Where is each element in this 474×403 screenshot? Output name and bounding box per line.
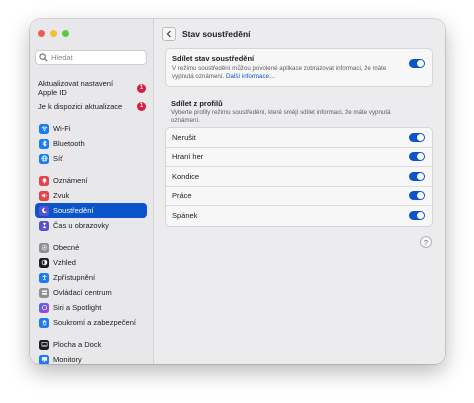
sidebar: Aktualizovat nastavení Apple ID 1 Je k d… [30, 19, 154, 364]
alert-label: Aktualizovat nastavení Apple ID [38, 79, 114, 97]
profile-toggle[interactable] [409, 191, 425, 201]
help-button[interactable]: ? [420, 236, 432, 248]
sidebar-item-focus[interactable]: Soustředění [35, 203, 147, 218]
share-focus-label: Sdílet stav soustředění [172, 54, 255, 63]
alert-apple-id[interactable]: Aktualizovat nastavení Apple ID 1 [38, 79, 146, 97]
sidebar-item-label: Síť [53, 154, 63, 163]
sidebar-item-label: Bluetooth [53, 139, 85, 148]
profile-toggle[interactable] [409, 132, 425, 142]
sidebar-item-appearance[interactable]: Vzhled [35, 255, 147, 270]
settings-window: Aktualizovat nastavení Apple ID 1 Je k d… [30, 19, 445, 364]
sidebar-item-label: Zvuk [53, 191, 70, 200]
toolbar: Stav soustředění [154, 19, 445, 48]
profile-label: Hraní her [172, 152, 204, 162]
close-button[interactable] [38, 30, 45, 37]
sidebar-item-accessibility[interactable]: Zpřístupnění [35, 270, 147, 285]
control-center-icon [39, 287, 49, 298]
hand-icon [39, 317, 49, 328]
window-controls [38, 30, 69, 37]
sidebar-item-label: Soustředění [53, 206, 94, 215]
sidebar-item-desktop-dock[interactable]: Plocha a Dock [35, 337, 147, 352]
sidebar-item-displays[interactable]: Monitory [35, 352, 147, 364]
bluetooth-icon [39, 138, 49, 149]
sidebar-item-privacy[interactable]: Soukromí a zabezpečení [35, 315, 147, 330]
notification-badge: 1 [137, 83, 146, 93]
zoom-button[interactable] [62, 30, 69, 37]
profile-row-gaming: Hraní her [166, 148, 432, 167]
sidebar-item-bluetooth[interactable]: Bluetooth [35, 136, 147, 151]
moon-icon [39, 205, 49, 216]
chevron-left-icon [166, 30, 171, 37]
search-box[interactable] [35, 50, 147, 65]
sidebar-item-label: Soukromí a zabezpečení [53, 318, 136, 327]
profile-toggle[interactable] [409, 171, 425, 181]
learn-more-link[interactable]: Další informace… [226, 73, 275, 80]
profile-toggle[interactable] [409, 152, 425, 162]
back-button[interactable] [162, 26, 176, 41]
sidebar-item-label: Obecné [53, 243, 80, 252]
search-icon [39, 53, 48, 62]
sidebar-item-notifications[interactable]: Oznámení [35, 173, 147, 188]
profile-toggle[interactable] [409, 211, 425, 221]
hourglass-icon [39, 220, 49, 231]
sidebar-item-sound[interactable]: Zvuk [35, 188, 147, 203]
wifi-icon [39, 123, 49, 134]
profile-label: Kondice [172, 171, 200, 181]
sidebar-item-label: Oznámení [53, 176, 88, 185]
search-input[interactable] [51, 53, 146, 62]
profile-row-sleep: Spánek [166, 206, 432, 226]
content-pane: Stav soustředění Sdílet stav soustředění… [154, 19, 445, 364]
sidebar-item-label: Siri a Spotlight [53, 303, 102, 312]
description-text: V režimu soustředění můžou povolené apli… [172, 65, 387, 80]
profile-label: Práce [172, 191, 192, 201]
sidebar-item-wifi[interactable]: Wi-Fi [35, 121, 147, 136]
profiles-list: Nerušit Hraní her Kondice Práce Spánek [165, 127, 433, 227]
display-icon [39, 354, 49, 364]
alert-label: Je k dispozici aktualizace [38, 102, 123, 111]
notification-badge: 1 [137, 102, 146, 111]
profile-label: Nerušit [172, 132, 196, 142]
sidebar-item-control-center[interactable]: Ovládací centrum [35, 285, 147, 300]
alert-update[interactable]: Je k dispozici aktualizace 1 [38, 102, 146, 111]
sidebar-item-label: Čas u obrazovky [53, 221, 109, 230]
profile-row-do-not-disturb: Nerušit [166, 128, 432, 148]
sidebar-item-screen-time[interactable]: Čas u obrazovky [35, 218, 147, 233]
minimize-button[interactable] [50, 30, 57, 37]
sidebar-item-general[interactable]: Obecné [35, 240, 147, 255]
dock-icon [39, 339, 49, 350]
profile-row-fitness: Kondice [166, 167, 432, 187]
share-focus-card: Sdílet stav soustředění V režimu soustře… [165, 48, 433, 87]
sidebar-item-label: Ovládací centrum [53, 288, 112, 297]
accessibility-icon [39, 272, 49, 283]
gear-icon [39, 242, 49, 253]
sidebar-item-network[interactable]: Síť [35, 151, 147, 166]
sidebar-item-label: Monitory [53, 355, 82, 364]
bell-icon [39, 175, 49, 186]
sidebar-item-label: Vzhled [53, 258, 76, 267]
share-focus-toggle[interactable] [409, 59, 425, 68]
siri-icon [39, 302, 49, 313]
page-title: Stav soustředění [182, 28, 251, 39]
section-title: Sdílet z profilů [171, 99, 223, 108]
sidebar-item-label: Plocha a Dock [53, 340, 102, 349]
sidebar-item-label: Zpřístupnění [53, 273, 96, 282]
appearance-icon [39, 257, 49, 268]
speaker-icon [39, 190, 49, 201]
sidebar-item-siri[interactable]: Siri a Spotlight [35, 300, 147, 315]
sidebar-item-label: Wi-Fi [53, 124, 71, 133]
profile-row-work: Práce [166, 187, 432, 206]
section-description: Vyberte profily režimu soustředění, kter… [171, 109, 391, 124]
share-focus-description: V režimu soustředění můžou povolené apli… [172, 65, 387, 80]
profile-label: Spánek [172, 211, 198, 221]
globe-icon [39, 153, 49, 164]
